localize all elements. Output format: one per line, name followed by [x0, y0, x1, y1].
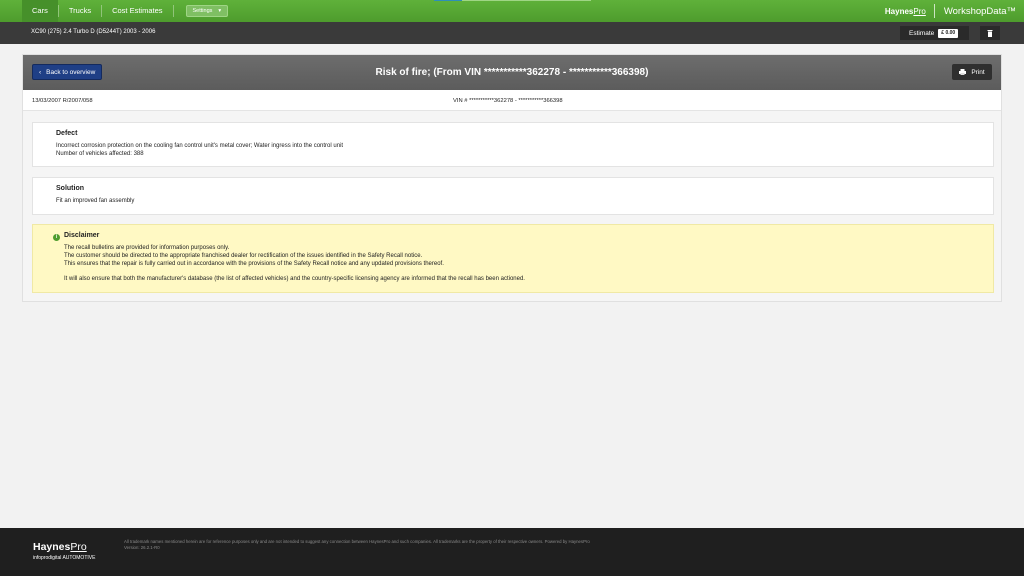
chevron-left-icon: ‹	[39, 68, 42, 76]
brand-logo: HaynesPro WorkshopData™	[885, 0, 1024, 22]
recall-meta: 13/03/2007 R/2007/058 VIN # ***********3…	[23, 90, 1001, 111]
disclaimer-line: The customer should be directed to the a…	[64, 253, 423, 259]
trash-icon	[987, 29, 993, 37]
settings-label: Settings	[192, 8, 213, 14]
footer: HaynesPro infoprodigital AUTOMOTIVE All …	[0, 528, 1024, 576]
defect-heading: Defect	[56, 130, 78, 137]
print-button[interactable]: Print	[952, 64, 992, 80]
footer-infopro-logo: infoprodigital AUTOMOTIVE	[33, 555, 96, 561]
disclaimer-line: The recall bulletins are provided for in…	[64, 245, 230, 251]
top-navigation: Cars Trucks Cost Estimates Settings ▾ Ha…	[0, 0, 1024, 22]
page-title: Risk of fire; (From VIN ***********36227…	[375, 67, 649, 78]
footer-version: Version: 26.2.1-R0	[124, 545, 160, 550]
estimate-button[interactable]: Estimate £ 0.00	[900, 26, 969, 40]
footer-legal: All trademark names mentioned herein are…	[124, 539, 590, 551]
tab-cost-estimates[interactable]: Cost Estimates	[102, 0, 172, 22]
tab-cars[interactable]: Cars	[22, 0, 58, 22]
recall-date-reference: 13/03/2007 R/2007/058	[32, 98, 93, 104]
settings-dropdown[interactable]: Settings ▾	[185, 5, 229, 17]
solution-card: Solution Fit an improved fan assembly	[32, 177, 994, 215]
info-icon: i	[53, 234, 60, 241]
disclaimer-line: It will also ensure that both the manufa…	[64, 276, 525, 282]
back-to-overview-button[interactable]: ‹ Back to overview	[32, 64, 103, 80]
disclaimer-card: i Disclaimer The recall bulletins are pr…	[32, 224, 994, 293]
recall-vin-range: VIN # ***********362278 - ***********366…	[453, 98, 563, 104]
recall-header: ‹ Back to overview Risk of fire; (From V…	[23, 55, 1001, 90]
printer-icon	[959, 69, 967, 75]
vehicle-title: XC90 (275) 2.4 Turbo D (D5244T) 2003 - 2…	[31, 29, 156, 35]
back-label: Back to overview	[46, 68, 96, 76]
brand-product-name: WorkshopData™	[943, 5, 1016, 17]
defect-vehicle-count: Number of vehicles affected: 388	[56, 151, 144, 157]
solution-description: Fit an improved fan assembly	[56, 198, 135, 204]
defect-description: Incorrect corrosion protection on the co…	[56, 143, 344, 149]
tab-trucks[interactable]: Trucks	[59, 0, 101, 22]
chevron-down-icon: ▾	[218, 8, 222, 14]
trash-button[interactable]	[980, 26, 1000, 40]
vehicle-bar: XC90 (275) 2.4 Turbo D (D5244T) 2003 - 2…	[0, 22, 1024, 44]
solution-heading: Solution	[56, 185, 84, 192]
footer-logo: HaynesPro infoprodigital AUTOMOTIVE	[33, 541, 95, 561]
estimate-label: Estimate	[909, 29, 935, 37]
recall-panel: ‹ Back to overview Risk of fire; (From V…	[22, 54, 1002, 302]
disclaimer-heading: Disclaimer	[64, 232, 100, 239]
print-label: Print	[971, 68, 985, 76]
footer-legal-text: All trademark names mentioned herein are…	[124, 539, 590, 544]
loading-indicator-progress	[434, 0, 462, 1]
nav-divider	[172, 5, 174, 17]
estimate-value: £ 0.00	[938, 28, 959, 38]
defect-card: Defect Incorrect corrosion protection on…	[32, 122, 994, 167]
footer-haynespro-logo: HaynesPro	[33, 541, 87, 553]
disclaimer-line: This ensures that the repair is fully ca…	[64, 261, 444, 267]
brand-haynespro: HaynesPro	[884, 6, 926, 16]
